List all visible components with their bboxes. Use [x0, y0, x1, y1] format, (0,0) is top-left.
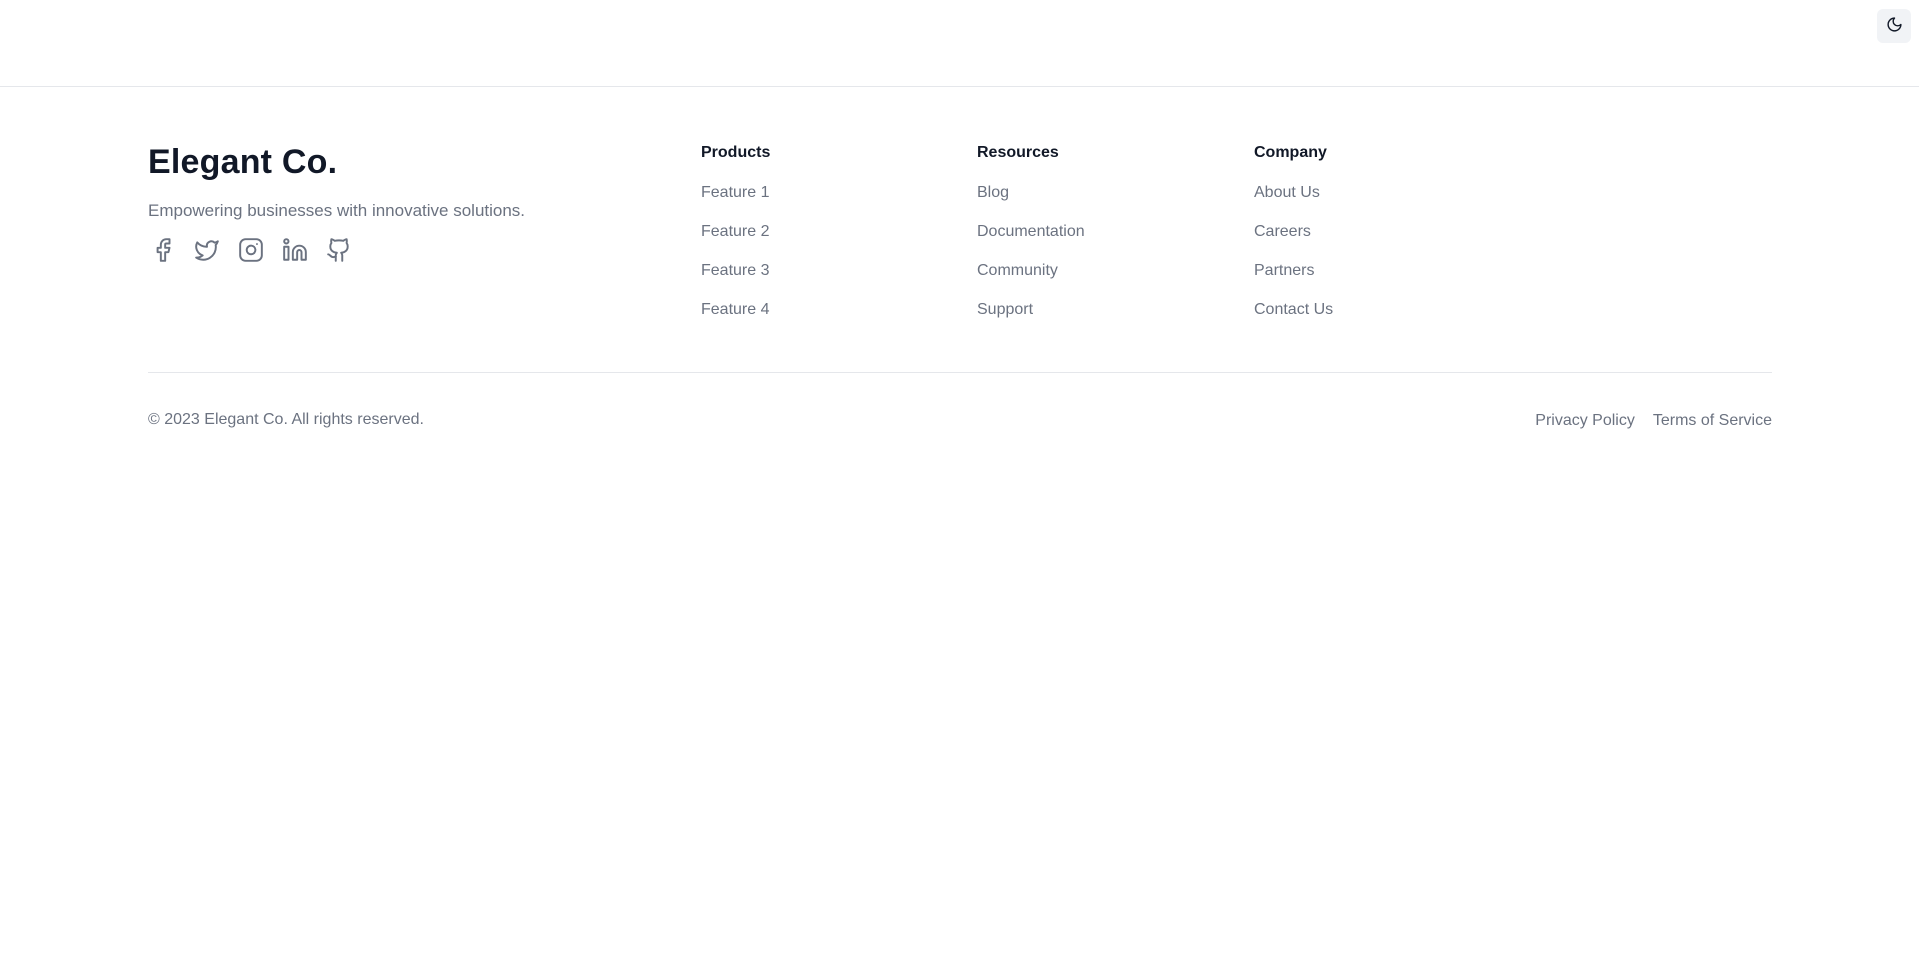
twitter-icon: [194, 237, 220, 268]
products-links: Feature 1 Feature 2 Feature 3 Feature 4: [701, 181, 941, 337]
footer-divider: [148, 372, 1772, 373]
social-links: [148, 237, 354, 267]
list-item: Partners: [1254, 259, 1494, 298]
feature-2-link[interactable]: Feature 2: [701, 220, 769, 244]
documentation-link[interactable]: Documentation: [977, 220, 1085, 244]
github-icon: [326, 237, 352, 268]
resources-links: Blog Documentation Community Support: [977, 181, 1217, 337]
about-us-link[interactable]: About Us: [1254, 181, 1320, 205]
brand-name: Elegant Co.: [148, 143, 338, 181]
copyright-text: © 2023 Elegant Co. All rights reserved.: [148, 411, 424, 428]
careers-link[interactable]: Careers: [1254, 220, 1311, 244]
list-item: Documentation: [977, 220, 1217, 259]
linkedin-link[interactable]: [280, 237, 310, 267]
list-item: Support: [977, 298, 1217, 337]
feature-1-link[interactable]: Feature 1: [701, 181, 769, 205]
facebook-link[interactable]: [148, 237, 178, 267]
partners-link[interactable]: Partners: [1254, 259, 1314, 283]
list-item: Blog: [977, 181, 1217, 220]
list-item: Feature 2: [701, 220, 941, 259]
theme-toggle-button[interactable]: [1877, 9, 1911, 43]
list-item: Feature 3: [701, 259, 941, 298]
instagram-icon: [238, 237, 264, 268]
top-bar: [0, 0, 1919, 87]
brand-tagline: Empowering businesses with innovative so…: [148, 201, 526, 220]
company-heading: Company: [1254, 144, 1327, 161]
terms-of-service-link[interactable]: Terms of Service: [1653, 409, 1772, 433]
privacy-policy-link[interactable]: Privacy Policy: [1535, 409, 1635, 433]
resources-heading: Resources: [977, 144, 1059, 161]
blog-link[interactable]: Blog: [977, 181, 1009, 205]
legal-links: Privacy Policy Terms of Service: [1535, 409, 1772, 433]
list-item: Community: [977, 259, 1217, 298]
facebook-icon: [150, 237, 176, 268]
brand-block: Elegant Co. Empowering businesses with i…: [148, 141, 588, 262]
products-column: Products Feature 1 Feature 2 Feature 3 F…: [701, 141, 941, 337]
feature-3-link[interactable]: Feature 3: [701, 259, 769, 283]
resources-column: Resources Blog Documentation Community S…: [977, 141, 1217, 337]
list-item: Feature 1: [701, 181, 941, 220]
site-footer: Elegant Co. Empowering businesses with i…: [148, 88, 1772, 488]
list-item: About Us: [1254, 181, 1494, 220]
linkedin-icon: [282, 237, 308, 268]
feature-4-link[interactable]: Feature 4: [701, 298, 769, 322]
community-link[interactable]: Community: [977, 259, 1058, 283]
contact-us-link[interactable]: Contact Us: [1254, 298, 1333, 322]
list-item: Feature 4: [701, 298, 941, 337]
moon-icon: [1886, 16, 1903, 36]
products-heading: Products: [701, 144, 771, 161]
list-item: Careers: [1254, 220, 1494, 259]
instagram-link[interactable]: [236, 237, 266, 267]
support-link[interactable]: Support: [977, 298, 1033, 322]
twitter-link[interactable]: [192, 237, 222, 267]
github-link[interactable]: [324, 237, 354, 267]
company-links: About Us Careers Partners Contact Us: [1254, 181, 1494, 337]
list-item: Contact Us: [1254, 298, 1494, 337]
company-column: Company About Us Careers Partners Contac…: [1254, 141, 1494, 337]
